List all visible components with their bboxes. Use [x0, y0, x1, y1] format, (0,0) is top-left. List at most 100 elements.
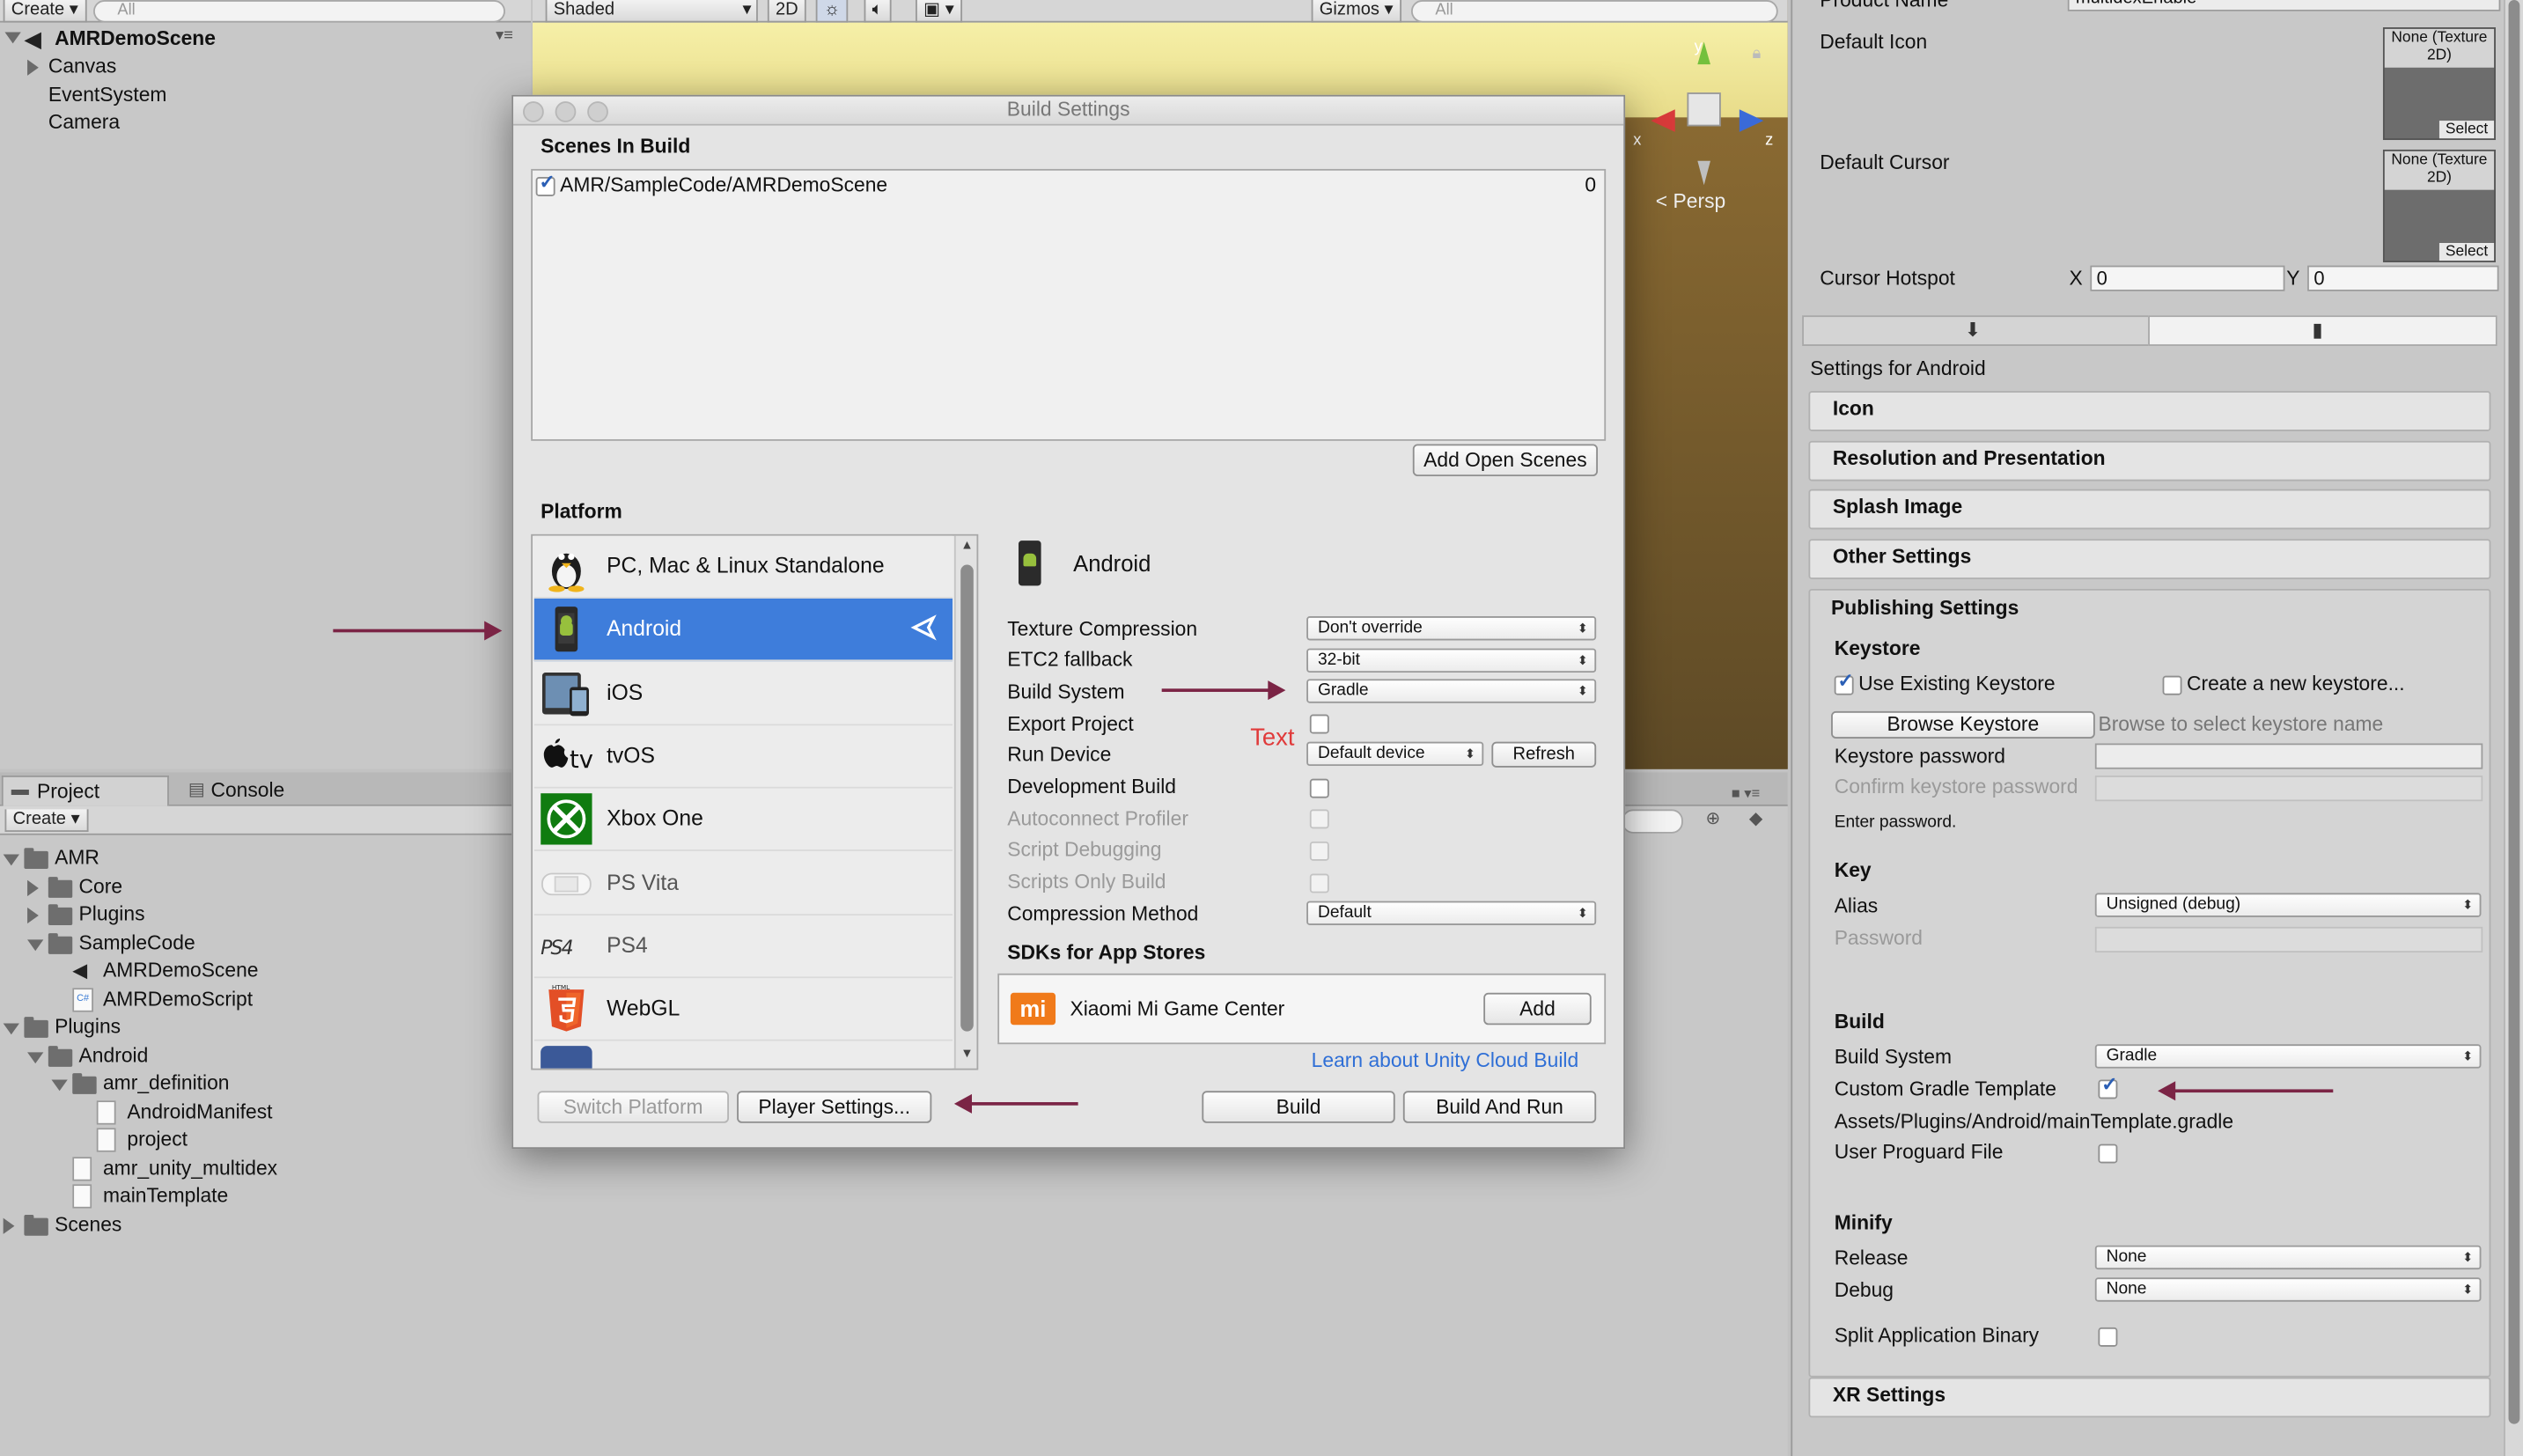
project-lock-icon[interactable]: ■ ▾≡: [1732, 785, 1760, 803]
hierarchy-item-canvas[interactable]: Canvas: [48, 53, 116, 80]
build-system-dropdown[interactable]: Gradle ⬍: [1306, 679, 1597, 703]
scene-search-input[interactable]: All: [1410, 0, 1778, 23]
cloud-build-link[interactable]: Learn about Unity Cloud Build: [1312, 1048, 1579, 1073]
gizmos-dropdown[interactable]: Gizmos ▾: [1311, 0, 1401, 23]
project-create-button[interactable]: Create ▾: [4, 809, 88, 832]
platform-item[interactable]: HTML WebGL: [533, 978, 953, 1041]
player-settings-button[interactable]: Player Settings...: [737, 1091, 932, 1123]
platform-item[interactable]: Xbox One: [533, 788, 953, 852]
expand-toggle-icon[interactable]: [27, 907, 39, 924]
expand-toggle-icon[interactable]: [3, 1217, 15, 1234]
release-dropdown[interactable]: None ⬍: [2094, 1245, 2482, 1270]
browse-keystore-button[interactable]: Browse Keystore: [1831, 710, 2095, 739]
audio-toggle-icon[interactable]: 🔈︎: [864, 0, 891, 23]
texture-compression-dropdown[interactable]: Don't override ⬍: [1306, 616, 1597, 641]
default-icon-select-button[interactable]: Select: [2438, 121, 2495, 139]
project-tree-item[interactable]: Plugins: [55, 1014, 121, 1041]
mode-2d-button[interactable]: 2D: [767, 0, 806, 23]
split-binary-checkbox[interactable]: [2098, 1327, 2118, 1347]
project-tree-item[interactable]: Android: [79, 1042, 149, 1070]
tab-console[interactable]: ▤ Console: [177, 776, 338, 805]
dialog-titlebar[interactable]: Build Settings: [513, 96, 1624, 126]
tab-project[interactable]: ▬ Project: [1, 775, 169, 806]
project-tree-item[interactable]: amr_definition: [103, 1070, 230, 1097]
expand-toggle-icon[interactable]: [51, 1079, 68, 1092]
platform-tab-android[interactable]: ▮: [2148, 315, 2497, 346]
expand-toggle-icon[interactable]: [3, 1023, 19, 1035]
scroll-up-icon[interactable]: ▲: [960, 537, 973, 551]
scroll-down-icon[interactable]: ▼: [960, 1046, 973, 1060]
default-icon-texture-slot[interactable]: None (Texture 2D) Select: [2382, 27, 2496, 141]
platform-scroll-thumb[interactable]: [960, 564, 974, 1032]
scripts-only-build-checkbox[interactable]: [1309, 873, 1329, 893]
gizmo-z-cone[interactable]: [1739, 109, 1764, 132]
persp-label[interactable]: < Persp: [1656, 190, 1725, 213]
add-open-scenes-button[interactable]: Add Open Scenes: [1412, 444, 1599, 477]
project-tree-item[interactable]: AMRDemoScene: [103, 958, 259, 985]
keystore-password-field[interactable]: [2094, 743, 2483, 769]
project-tree-item[interactable]: AMRDemoScript: [103, 986, 253, 1013]
scenes-list[interactable]: [531, 168, 1607, 441]
user-proguard-checkbox[interactable]: [2098, 1143, 2118, 1164]
product-name-field[interactable]: multidexEnable: [2067, 0, 2501, 11]
platform-item[interactable]: PC, Mac & Linux Standalone: [533, 535, 953, 599]
hierarchy-item-camera[interactable]: Camera: [48, 109, 120, 136]
inspector-build-system-dropdown[interactable]: Gradle ⬍: [2094, 1044, 2482, 1069]
scene-include-checkbox[interactable]: ✓: [535, 171, 555, 196]
gizmo-center-cube[interactable]: [1687, 92, 1721, 127]
hierarchy-create-button[interactable]: Create ▾: [3, 0, 86, 23]
filter-by-type-icon[interactable]: ⊕: [1705, 808, 1720, 828]
switch-platform-button[interactable]: Switch Platform: [537, 1091, 729, 1123]
section-icon[interactable]: Icon: [1808, 391, 2491, 431]
project-tree-item[interactable]: Plugins: [79, 901, 145, 929]
project-tree-item[interactable]: SampleCode: [79, 930, 195, 957]
run-device-dropdown[interactable]: Default device ⬍: [1306, 741, 1484, 767]
script-debugging-checkbox[interactable]: [1309, 841, 1329, 861]
refresh-devices-button[interactable]: Refresh: [1491, 741, 1597, 768]
build-and-run-button[interactable]: Build And Run: [1402, 1091, 1597, 1123]
platform-item-partial[interactable]: [533, 1041, 953, 1069]
effects-toggle-icon[interactable]: ▣ ▾: [916, 0, 962, 23]
platform-item[interactable]: PS4 PS4: [533, 915, 953, 978]
scene-expand-icon[interactable]: [4, 32, 21, 44]
hierarchy-scene-row[interactable]: AMRDemoScene: [55, 26, 216, 53]
hierarchy-item-eventsystem[interactable]: EventSystem: [48, 82, 167, 109]
platform-scrollbar[interactable]: ▲ ▼: [953, 535, 977, 1069]
project-tree-item[interactable]: Scenes: [55, 1210, 121, 1238]
build-button[interactable]: Build: [1202, 1091, 1395, 1123]
expand-toggle-icon[interactable]: [27, 938, 44, 951]
expand-toggle-icon[interactable]: [27, 879, 39, 896]
expand-toggle-icon[interactable]: [27, 1051, 44, 1063]
sdk-add-button[interactable]: Add: [1483, 992, 1592, 1026]
platform-item[interactable]: iOS: [533, 662, 953, 725]
default-cursor-texture-slot[interactable]: None (Texture 2D) Select: [2382, 149, 2496, 262]
platform-item[interactable]: PS Vita: [533, 851, 953, 916]
shading-dropdown[interactable]: Shaded ▾: [545, 0, 758, 23]
section-xr[interactable]: XR Settings: [1808, 1377, 2491, 1418]
project-tree-item[interactable]: amr_unity_multidex: [103, 1154, 277, 1181]
project-tree-item[interactable]: mainTemplate: [103, 1182, 228, 1210]
hotspot-y-field[interactable]: 0: [2307, 265, 2499, 291]
platform-item[interactable]: tv tvOS: [533, 725, 953, 789]
project-tree-item[interactable]: Core: [79, 873, 123, 901]
project-tree-item[interactable]: AMR: [55, 845, 99, 872]
hierarchy-menu-icon[interactable]: ▾≡: [496, 27, 513, 45]
section-resolution[interactable]: Resolution and Presentation: [1808, 440, 2491, 482]
autoconnect-profiler-checkbox[interactable]: [1309, 809, 1329, 829]
confirm-keystore-password-field[interactable]: [2094, 775, 2483, 802]
use-existing-keystore-checkbox[interactable]: ✓: [1834, 669, 1854, 695]
project-tree-item[interactable]: AndroidManifest: [127, 1098, 272, 1125]
gizmo-down-cone[interactable]: [1697, 160, 1710, 186]
platform-tab-standalone[interactable]: ⬇: [1802, 315, 2150, 346]
default-cursor-select-button[interactable]: Select: [2438, 242, 2495, 261]
compression-method-dropdown[interactable]: Default ⬍: [1306, 901, 1597, 925]
hierarchy-search-input[interactable]: All: [93, 0, 505, 23]
hotspot-x-field[interactable]: 0: [2090, 265, 2285, 291]
axis-gizmo[interactable]: y x z: [1627, 33, 1788, 194]
inspector-scroll-thumb[interactable]: [2508, 0, 2520, 1424]
alias-dropdown[interactable]: Unsigned (debug) ⬍: [2094, 893, 2482, 917]
gizmo-x-cone[interactable]: [1651, 109, 1675, 132]
key-password-field[interactable]: [2094, 926, 2483, 953]
lock-icon[interactable]: 🔒︎: [1752, 45, 1761, 63]
debug-dropdown[interactable]: None ⬍: [2094, 1277, 2482, 1302]
